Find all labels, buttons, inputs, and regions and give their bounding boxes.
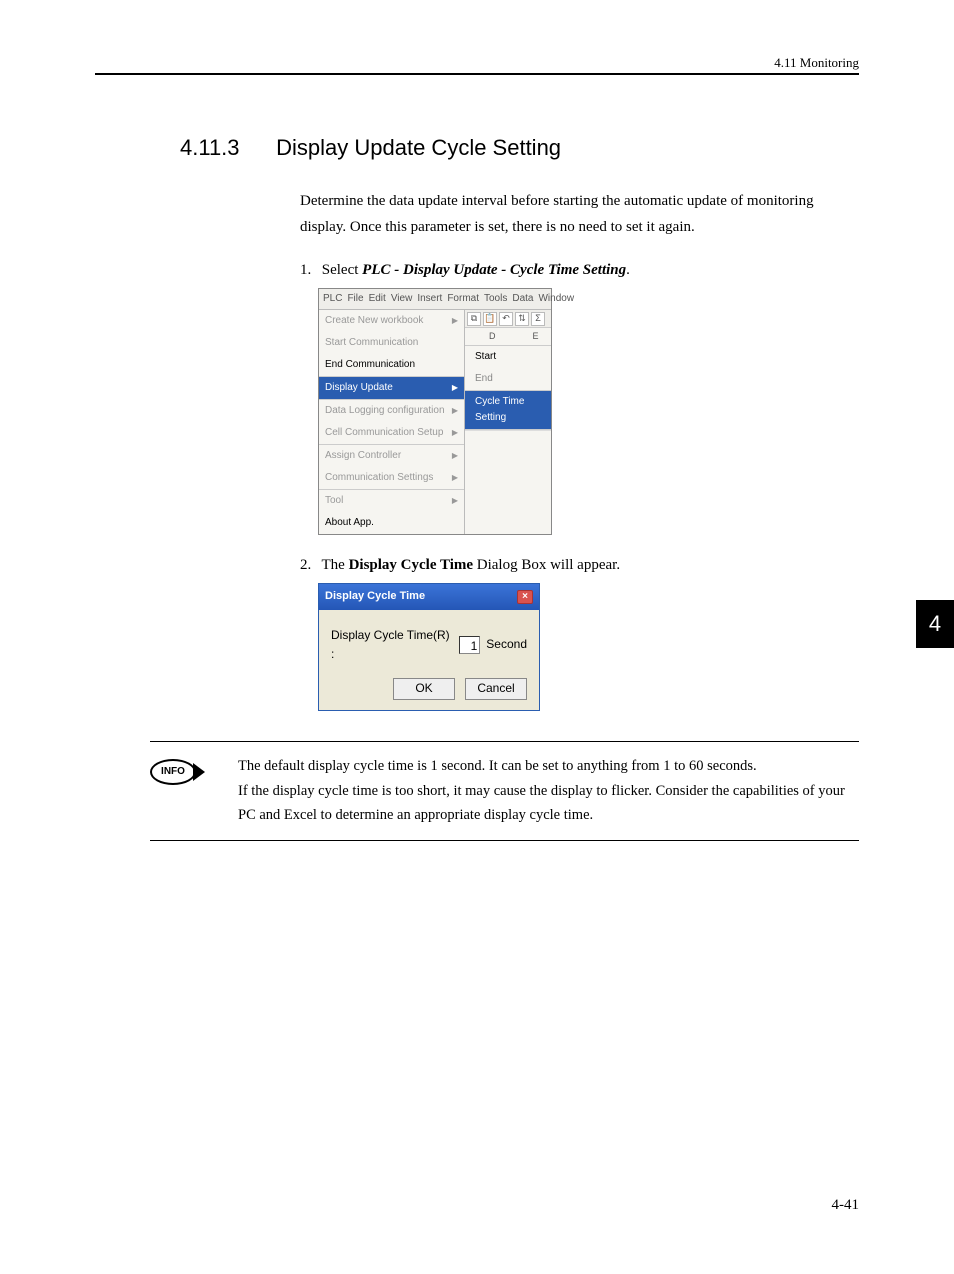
- menu-insert[interactable]: Insert: [417, 291, 442, 307]
- step-1-bold: PLC - Display Update - Cycle Time Settin…: [362, 262, 626, 278]
- menu-file[interactable]: File: [347, 291, 363, 307]
- dialog-title-text: Display Cycle Time: [325, 588, 425, 606]
- step-2-tail: Dialog Box will appear.: [473, 557, 620, 573]
- chevron-right-icon: ▶: [452, 382, 458, 395]
- step-2: 2. The Display Cycle Time Dialog Box wil…: [300, 553, 859, 711]
- chevron-right-icon: ▶: [452, 450, 458, 463]
- mm-cell-comm-setup: Cell Communication Setup▶: [319, 422, 464, 444]
- undo-icon[interactable]: ↶: [499, 312, 513, 326]
- close-icon[interactable]: ×: [517, 590, 533, 604]
- mm-comm-settings: Communication Settings▶: [319, 467, 464, 489]
- menu-plc[interactable]: PLC: [323, 291, 342, 307]
- page-number: 4-41: [832, 1197, 860, 1214]
- sm-cycle-time-setting[interactable]: Cycle Time Setting: [465, 390, 551, 430]
- header-section: 4.11 Monitoring: [774, 55, 859, 71]
- content-area: 4.11.3 Display Update Cycle Setting Dete…: [180, 135, 859, 841]
- sort-icon[interactable]: ⇅: [515, 312, 529, 326]
- step-2-bold: Display Cycle Time: [349, 557, 473, 573]
- menu-screenshot: PLC File Edit View Insert Format Tools D…: [318, 288, 552, 535]
- step-2-lead: The: [321, 557, 348, 573]
- chevron-right-icon: ▶: [452, 315, 458, 328]
- step-1-tail: .: [626, 262, 630, 278]
- main-menu: Create New workbook▶ Start Communication…: [319, 310, 465, 534]
- mm-about-app[interactable]: About App.: [319, 512, 464, 534]
- sm-end: End: [465, 368, 551, 390]
- chevron-right-icon: ▶: [452, 472, 458, 485]
- mm-data-logging-config: Data Logging configuration▶: [319, 400, 464, 422]
- mm-create-new-workbook: Create New workbook▶: [319, 310, 464, 332]
- sm-start[interactable]: Start: [465, 346, 551, 368]
- mm-start-communication: Start Communication: [319, 332, 464, 354]
- step-1-lead: Select: [322, 262, 362, 278]
- menu-tools[interactable]: Tools: [484, 291, 507, 307]
- menu-window[interactable]: Window: [538, 291, 574, 307]
- mm-assign-controller: Assign Controller▶: [319, 445, 464, 467]
- info-rule-bottom: [150, 840, 859, 841]
- step-1-num: 1.: [300, 258, 318, 282]
- copy-icon[interactable]: ⧉: [467, 312, 481, 326]
- chevron-right-icon: ▶: [452, 427, 458, 440]
- mm-end-communication[interactable]: End Communication: [319, 354, 464, 376]
- info-rule-top: [150, 741, 859, 742]
- display-cycle-time-dialog: Display Cycle Time × Display Cycle Time(…: [318, 583, 540, 711]
- sigma-icon[interactable]: Σ: [531, 312, 545, 326]
- menubar: PLC File Edit View Insert Format Tools D…: [319, 289, 551, 310]
- menu-edit[interactable]: Edit: [369, 291, 386, 307]
- step-1: 1. Select PLC - Display Update - Cycle T…: [300, 258, 859, 535]
- section-heading: 4.11.3 Display Update Cycle Setting: [180, 135, 859, 161]
- info-icon: INFO: [150, 759, 196, 785]
- cycle-time-input[interactable]: 1: [459, 636, 480, 654]
- info-badge: INFO: [150, 754, 220, 790]
- menu-data[interactable]: Data: [512, 291, 533, 307]
- step-2-num: 2.: [300, 553, 318, 577]
- dialog-titlebar: Display Cycle Time ×: [319, 584, 539, 610]
- header-rule: [95, 73, 859, 75]
- ok-button[interactable]: OK: [393, 678, 455, 700]
- menu-format[interactable]: Format: [447, 291, 479, 307]
- mm-display-update[interactable]: Display Update▶: [319, 377, 464, 399]
- info-line-1: The default display cycle time is 1 seco…: [238, 754, 859, 779]
- column-header: D E: [465, 328, 551, 346]
- info-line-2: If the display cycle time is too short, …: [238, 779, 859, 828]
- toolbar: ⧉ 📋 ↶ ⇅ Σ: [465, 310, 551, 328]
- cycle-time-label: Display Cycle Time(R) :: [331, 626, 453, 664]
- intro-paragraph: Determine the data update interval befor…: [300, 189, 859, 240]
- menu-view[interactable]: View: [391, 291, 413, 307]
- chapter-tab: 4: [916, 600, 954, 648]
- submenu: ⧉ 📋 ↶ ⇅ Σ D E Start End: [465, 310, 551, 534]
- chevron-right-icon: ▶: [452, 405, 458, 418]
- section-number: 4.11.3: [180, 135, 270, 161]
- info-block: INFO The default display cycle time is 1…: [150, 754, 859, 828]
- chevron-right-icon: ▶: [452, 495, 458, 508]
- submenu-blank: [465, 430, 551, 476]
- cancel-button[interactable]: Cancel: [465, 678, 527, 700]
- paste-icon[interactable]: 📋: [483, 312, 497, 326]
- mm-tool: Tool▶: [319, 490, 464, 512]
- section-title: Display Update Cycle Setting: [276, 135, 561, 160]
- arrow-right-icon: [193, 763, 205, 781]
- cycle-time-unit: Second: [486, 635, 527, 654]
